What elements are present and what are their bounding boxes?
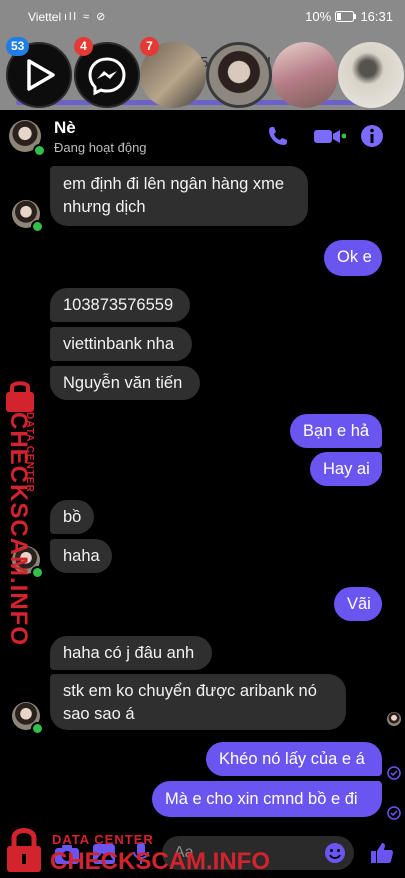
video-icon[interactable] [312,122,346,150]
message-text: haha có j đâu anh [63,644,195,662]
message-bubble-outgoing[interactable]: Khéo nó lấy của e á [206,742,382,776]
message-text: em định đi lên ngân hàng xme [63,175,285,193]
message-text: bồ [63,508,82,526]
online-indicator [33,144,46,157]
watermark-label: DATA CENTER [52,832,154,847]
watermark-site: CHECKSCAM.INFO [50,848,270,875]
unread-badge: 4 [74,37,93,56]
contact-name[interactable]: Nè [54,118,76,138]
signal-icons: ıll ≈ ⊘ [64,11,108,23]
chat-header: Nè Đang hoạt động [0,110,405,162]
message-text: Mà e cho xin cmnd bồ e đi [165,790,358,808]
message-text: Hay ai [323,460,370,478]
message-text: haha [63,547,100,565]
watermark-label-vertical: DATA CENTER [24,412,35,493]
chat-head-avatar-4[interactable] [338,42,404,108]
message-text: nhưng dịch [63,198,146,216]
message-text: stk em ko chuyển được aribank nó [63,682,317,700]
contact-status: Đang hoạt động [54,140,147,155]
lock-icon [7,828,41,872]
unread-badge: 7 [140,37,159,56]
check-icon [387,766,401,780]
clock: 16:31 [360,9,393,24]
online-indicator [31,722,44,735]
chat-head-avatar-3[interactable] [272,42,338,108]
check-icon [387,806,401,820]
message-text: viettinbank nha [63,335,174,353]
status-bar: Viettel ıll ≈ ⊘ 10% 16:31 [0,0,405,34]
message-bubble-incoming[interactable]: haha [50,539,112,573]
message-text: Nguyễn văn tiến [63,374,183,392]
message-text: Khéo nó lấy của e á [219,750,365,768]
phone-icon[interactable] [264,122,292,150]
message-bubble-incoming[interactable]: stk em ko chuyển được aribank nó sao sao… [50,674,346,730]
message-bubble-incoming[interactable]: Nguyễn văn tiến [50,366,200,400]
message-text: Vãi [347,595,371,613]
like-icon[interactable] [370,841,394,865]
message-text: 103873576559 [63,296,174,314]
message-bubble-incoming[interactable]: 103873576559 [50,288,190,322]
chat-head-avatar-2[interactable] [206,42,272,108]
message-bubble-outgoing[interactable]: Ok e [324,240,382,276]
message-bubble-incoming[interactable]: em định đi lên ngân hàng xme nhưng dịch [50,166,308,226]
message-text: sao sao á [63,705,135,723]
message-text: Bạn e hả [303,422,370,440]
message-text: Ok e [337,248,372,266]
chat-heads-strip: ng 5 U 53 4 7 [0,34,405,110]
message-bubble-incoming[interactable]: viettinbank nha [50,327,192,361]
strip-divider [16,100,386,105]
lock-icon [6,381,34,412]
info-icon[interactable] [358,122,386,150]
status-right: 10% 16:31 [305,9,393,24]
message-bubble-outgoing[interactable]: Hay ai [310,452,382,486]
message-bubble-outgoing[interactable]: Mà e cho xin cmnd bồ e đi [152,781,382,817]
message-bubble-outgoing[interactable]: Bạn e hả [290,414,382,448]
battery-percent: 10% [305,9,332,24]
message-bubble-outgoing[interactable]: Vãi [334,587,382,621]
read-receipt-avatar [387,712,401,726]
battery-icon [334,11,356,22]
message-bubble-incoming[interactable]: haha có j đâu anh [50,636,212,670]
message-bubble-incoming[interactable]: bồ [50,500,94,534]
emoji-icon[interactable] [324,842,346,864]
unread-badge: 53 [6,37,30,56]
carrier-label: Viettel [28,10,62,24]
online-indicator [31,220,44,233]
